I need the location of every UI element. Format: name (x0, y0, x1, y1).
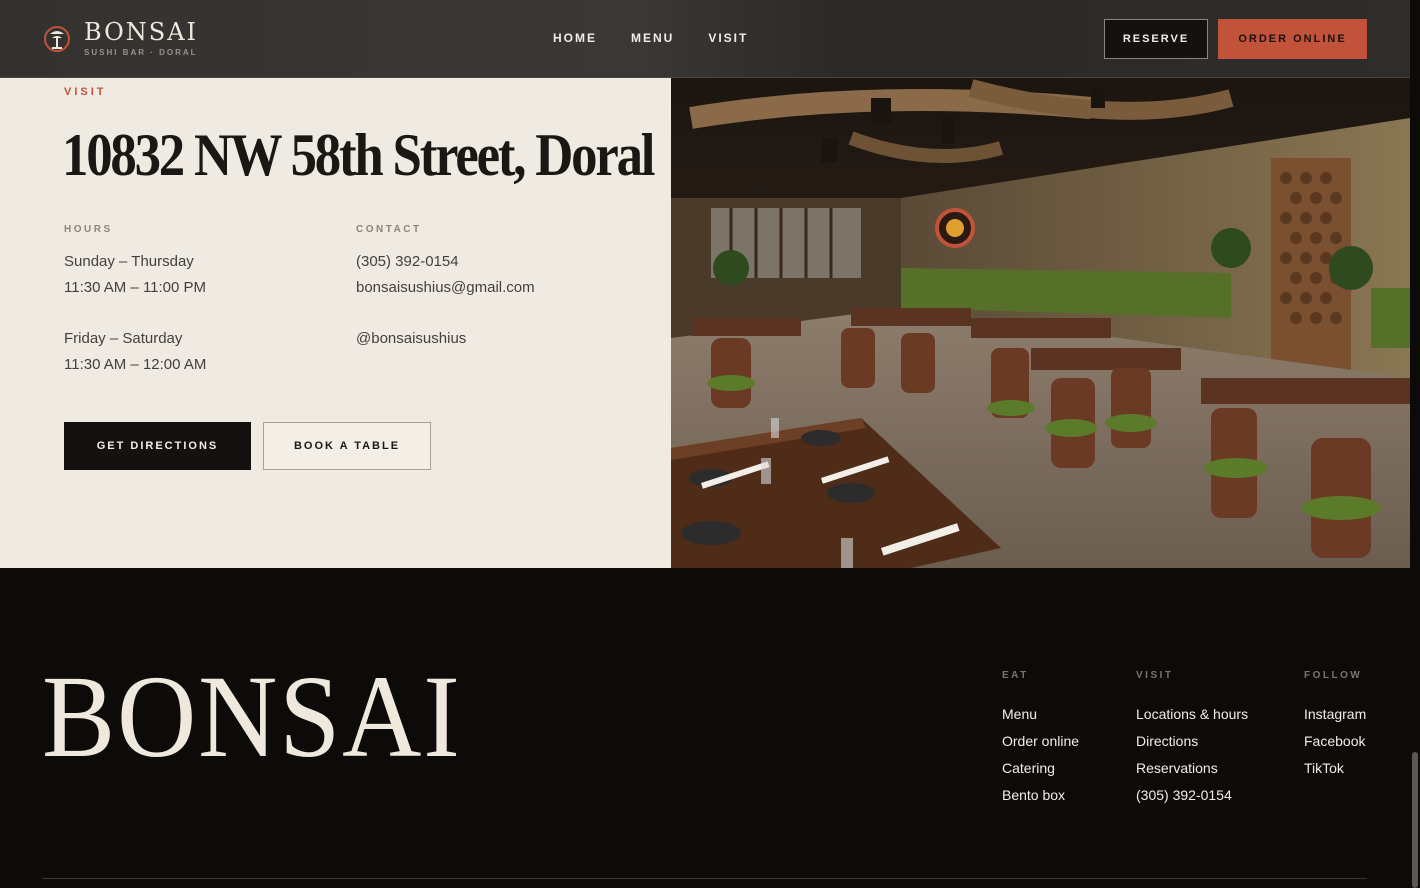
footer-col-eat: EAT Menu Order online Catering Bento box (1002, 670, 1079, 809)
footer-col-follow: FOLLOW Instagram Facebook TikTok (1304, 670, 1366, 782)
address-heading: 10832 NW 58th Street, Doral (62, 122, 655, 188)
reserve-button[interactable]: RESERVE (1104, 19, 1208, 59)
hours-days-2: Friday – Saturday (64, 330, 183, 347)
top-nav: BONSAI SUSHI BAR · DORAL HOME MENU VISIT… (0, 0, 1420, 78)
bonsai-logo-icon (44, 25, 70, 52)
footer-link-directions[interactable]: Directions (1136, 728, 1248, 755)
footer-link-order-online[interactable]: Order online (1002, 728, 1079, 755)
brand-logo[interactable]: BONSAI SUSHI BAR · DORAL (44, 20, 198, 57)
nav-home[interactable]: HOME (553, 31, 597, 45)
main-nav: HOME MENU VISIT (553, 31, 748, 45)
nav-menu[interactable]: MENU (631, 31, 674, 45)
contact-block: CONTACT (305) 392-0154 bonsaisushius@gma… (356, 224, 535, 352)
contact-social[interactable]: @bonsaisushius (356, 326, 535, 352)
brand-name: BONSAI (84, 18, 199, 46)
brand-subtitle: SUSHI BAR · DORAL (84, 48, 198, 57)
footer-link-phone[interactable]: (305) 392-0154 (1136, 782, 1248, 809)
scrollbar-thumb[interactable] (1412, 752, 1418, 888)
visit-eyebrow: VISIT (64, 86, 107, 98)
footer-link-catering[interactable]: Catering (1002, 755, 1079, 782)
footer-divider (42, 878, 1367, 879)
contact-email[interactable]: bonsaisushius@gmail.com (356, 275, 535, 301)
footer-brand: BONSAI (42, 651, 462, 782)
footer-link-instagram[interactable]: Instagram (1304, 701, 1366, 728)
site-footer: BONSAI EAT Menu Order online Catering Be… (0, 568, 1420, 888)
contact-phone[interactable]: (305) 392-0154 (356, 249, 535, 275)
footer-visit-label: VISIT (1136, 670, 1174, 681)
footer-link-reservations[interactable]: Reservations (1136, 755, 1248, 782)
hours-time-1: 11:30 AM – 11:00 PM (64, 279, 207, 296)
restaurant-interior-photo (671, 78, 1410, 568)
hours-label: HOURS (64, 224, 113, 235)
hours-time-2: 11:30 AM – 12:00 AM (64, 356, 207, 373)
order-online-button[interactable]: ORDER ONLINE (1218, 19, 1367, 59)
footer-follow-label: FOLLOW (1304, 670, 1363, 681)
footer-link-facebook[interactable]: Facebook (1304, 728, 1366, 755)
hours-days-1: Sunday – Thursday (64, 253, 194, 270)
footer-col-visit: VISIT Locations & hours Directions Reser… (1136, 670, 1248, 809)
footer-eat-label: EAT (1002, 670, 1029, 681)
nav-visit[interactable]: VISIT (708, 31, 748, 45)
interior-illustration (671, 78, 1410, 568)
contact-label: CONTACT (356, 224, 422, 235)
book-table-button[interactable]: BOOK A TABLE (263, 422, 431, 470)
footer-link-bento-box[interactable]: Bento box (1002, 782, 1079, 809)
visit-section: VISIT 10832 NW 58th Street, Doral HOURS … (0, 78, 671, 568)
get-directions-button[interactable]: GET DIRECTIONS (64, 422, 251, 470)
hours-block: HOURS Sunday – Thursday 11:30 AM – 11:00… (64, 224, 206, 378)
footer-link-locations[interactable]: Locations & hours (1136, 701, 1248, 728)
footer-link-tiktok[interactable]: TikTok (1304, 755, 1366, 782)
footer-link-menu[interactable]: Menu (1002, 701, 1079, 728)
